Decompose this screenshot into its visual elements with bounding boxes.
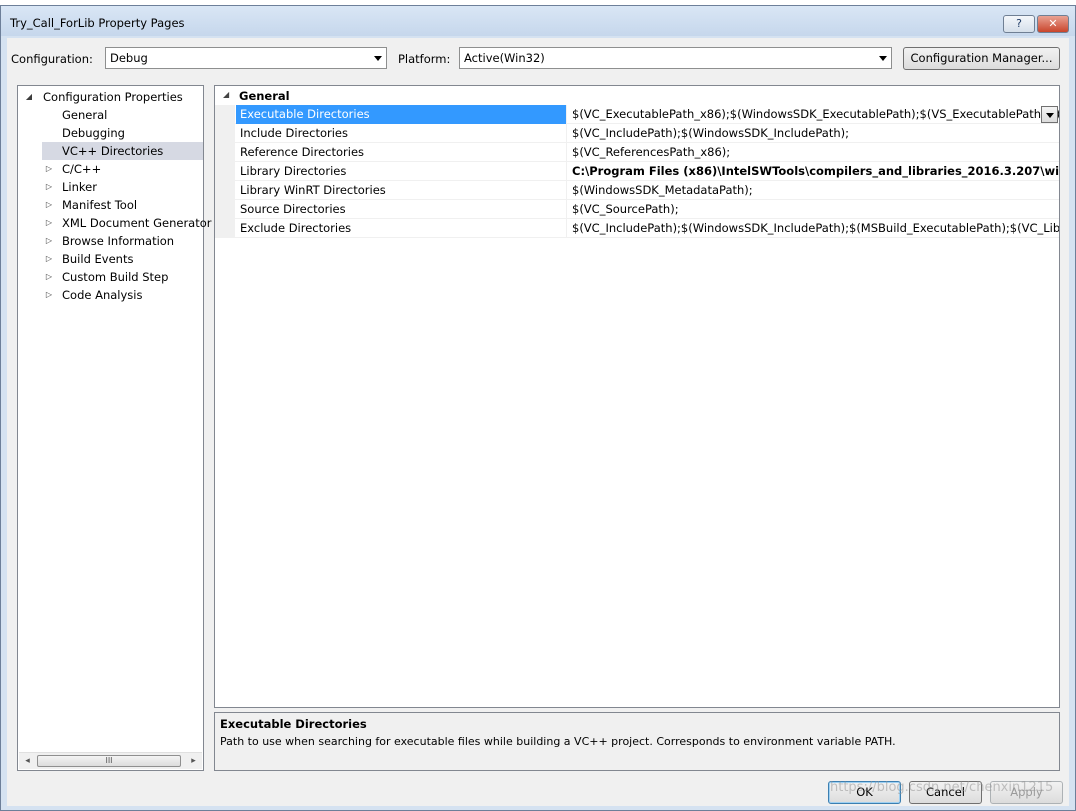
- collapse-icon[interactable]: ◢: [24, 88, 34, 106]
- value-dropdown-button[interactable]: [1041, 106, 1058, 123]
- expand-icon[interactable]: ▷: [44, 196, 54, 214]
- expand-icon[interactable]: ▷: [44, 268, 54, 286]
- title-bar[interactable]: Try_Call_ForLib Property Pages ? ✕: [1, 6, 1075, 36]
- category-general[interactable]: ◢ General: [215, 86, 1059, 105]
- configuration-dropdown[interactable]: Debug: [105, 47, 387, 69]
- row-gutter: [215, 219, 235, 238]
- property-row-reference-directories[interactable]: Reference Directories $(VC_ReferencesPat…: [215, 143, 1059, 162]
- tree-item-c-cpp[interactable]: ▷ C/C++: [42, 160, 203, 178]
- property-value[interactable]: $(VC_ReferencesPath_x86);: [568, 143, 1059, 162]
- category-name: General: [239, 89, 290, 103]
- description-text: Path to use when searching for executabl…: [220, 735, 896, 748]
- property-name[interactable]: Source Directories: [236, 200, 567, 219]
- property-name[interactable]: Reference Directories: [236, 143, 567, 162]
- description-pane: Executable Directories Path to use when …: [214, 712, 1060, 771]
- scroll-left-icon[interactable]: ◂: [19, 753, 36, 769]
- row-gutter: [215, 143, 235, 162]
- configuration-label: Configuration:: [11, 52, 93, 66]
- dialog-client-area: Configuration: Debug Platform: Active(Wi…: [7, 38, 1069, 806]
- expand-icon[interactable]: ▷: [44, 250, 54, 268]
- row-gutter: [215, 200, 235, 219]
- tree-item-label: Code Analysis: [62, 288, 143, 302]
- scroll-thumb[interactable]: III: [37, 755, 181, 767]
- chevron-down-icon: [374, 56, 382, 61]
- property-grid[interactable]: ◢ General Executable Directories $(VC_Ex…: [214, 85, 1060, 708]
- tree-item-label: General: [62, 108, 108, 122]
- tree-item-label: Custom Build Step: [62, 270, 169, 284]
- property-value-text: $(VC_ExecutablePath_x86);$(WindowsSDK_Ex…: [572, 107, 1059, 121]
- property-row-source-directories[interactable]: Source Directories $(VC_SourcePath);: [215, 200, 1059, 219]
- row-gutter: [215, 181, 235, 200]
- expand-icon[interactable]: ▷: [44, 232, 54, 250]
- platform-dropdown[interactable]: Active(Win32): [459, 47, 892, 69]
- description-title: Executable Directories: [220, 717, 367, 731]
- property-value[interactable]: $(VC_SourcePath);: [568, 200, 1059, 219]
- help-button[interactable]: ?: [1003, 15, 1035, 33]
- tree-item-linker[interactable]: ▷ Linker: [42, 178, 203, 196]
- property-value[interactable]: $(WindowsSDK_MetadataPath);: [568, 181, 1059, 200]
- tree-item-label: Debugging: [62, 126, 125, 140]
- tree-item-debugging[interactable]: Debugging: [42, 124, 203, 142]
- property-name[interactable]: Include Directories: [236, 124, 567, 143]
- tree-item-label: Build Events: [62, 252, 134, 266]
- tree-item-label: XML Document Generator: [62, 216, 212, 230]
- tree-item-label: Manifest Tool: [62, 198, 138, 212]
- property-name[interactable]: Library WinRT Directories: [236, 181, 567, 200]
- property-value[interactable]: C:\Program Files (x86)\IntelSWTools\comp…: [568, 162, 1059, 181]
- expand-icon[interactable]: ▷: [44, 178, 54, 196]
- tree-item-label: VC++ Directories: [62, 144, 164, 158]
- expand-icon[interactable]: ▷: [44, 286, 54, 304]
- chevron-down-icon: [879, 56, 887, 61]
- row-gutter: [215, 124, 235, 143]
- tree-item-build-events[interactable]: ▷ Build Events: [42, 250, 203, 268]
- tree-horizontal-scrollbar[interactable]: ◂ III ▸: [19, 752, 202, 769]
- tree-item-xml-document-generator[interactable]: ▷ XML Document Generator: [42, 214, 212, 232]
- tree-item-browse-information[interactable]: ▷ Browse Information: [42, 232, 203, 250]
- tree-item-configuration-properties[interactable]: ◢ Configuration Properties: [24, 88, 203, 106]
- property-pages-window: Try_Call_ForLib Property Pages ? ✕ Confi…: [0, 5, 1076, 811]
- tree-item-manifest-tool[interactable]: ▷ Manifest Tool: [42, 196, 203, 214]
- property-row-library-winrt-directories[interactable]: Library WinRT Directories $(WindowsSDK_M…: [215, 181, 1059, 200]
- row-gutter: [215, 105, 235, 124]
- platform-label: Platform:: [398, 52, 451, 66]
- property-row-include-directories[interactable]: Include Directories $(VC_IncludePath);$(…: [215, 124, 1059, 143]
- property-row-library-directories[interactable]: Library Directories C:\Program Files (x8…: [215, 162, 1059, 181]
- property-value[interactable]: $(VC_IncludePath);$(WindowsSDK_IncludePa…: [568, 219, 1059, 238]
- property-name[interactable]: Exclude Directories: [236, 219, 567, 238]
- tree-item-label: Configuration Properties: [43, 90, 183, 104]
- tree-item-label: Browse Information: [62, 234, 175, 248]
- tree-item-label: C/C++: [62, 162, 102, 176]
- collapse-icon[interactable]: ◢: [223, 90, 229, 99]
- tree-item-vc-directories[interactable]: VC++ Directories: [42, 142, 203, 160]
- configuration-manager-button[interactable]: Configuration Manager...: [903, 47, 1060, 70]
- expand-icon[interactable]: ▷: [44, 214, 54, 232]
- tree-item-custom-build-step[interactable]: ▷ Custom Build Step: [42, 268, 203, 286]
- expand-icon[interactable]: ▷: [44, 160, 54, 178]
- configuration-value: Debug: [110, 51, 148, 65]
- property-name[interactable]: Executable Directories: [236, 105, 567, 124]
- property-row-exclude-directories[interactable]: Exclude Directories $(VC_IncludePath);$(…: [215, 219, 1059, 238]
- window-title: Try_Call_ForLib Property Pages: [10, 16, 185, 30]
- property-value[interactable]: $(VC_IncludePath);$(WindowsSDK_IncludePa…: [568, 124, 1059, 143]
- property-value[interactable]: $(VC_ExecutablePath_x86);$(WindowsSDK_Ex…: [568, 105, 1059, 124]
- tree-item-code-analysis[interactable]: ▷ Code Analysis: [42, 286, 203, 304]
- platform-value: Active(Win32): [464, 51, 545, 65]
- close-button[interactable]: ✕: [1037, 15, 1069, 33]
- property-name[interactable]: Library Directories: [236, 162, 567, 181]
- category-tree[interactable]: ◢ Configuration Properties General Debug…: [17, 85, 212, 771]
- scroll-right-icon[interactable]: ▸: [185, 753, 202, 769]
- row-gutter: [215, 162, 235, 181]
- watermark-text: https://blog.csdn.net/chenxin1215: [830, 780, 1054, 795]
- property-row-executable-directories[interactable]: Executable Directories $(VC_ExecutablePa…: [215, 105, 1059, 124]
- tree-item-general[interactable]: General: [42, 106, 203, 124]
- tree-item-label: Linker: [62, 180, 97, 194]
